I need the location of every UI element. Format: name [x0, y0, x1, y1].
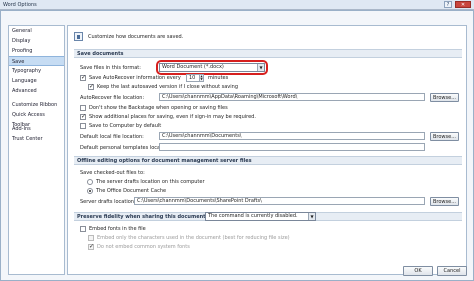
- format-label: Save files in this format:: [80, 65, 141, 71]
- server-drafts-radio[interactable]: [87, 179, 93, 185]
- server-drafts-location-label: Server drafts location:: [80, 199, 136, 205]
- sidebar-item-advanced[interactable]: Advanced: [9, 86, 64, 96]
- office-cache-label: The Office Document Cache: [96, 188, 167, 194]
- embed-fonts-label: Embed fonts in the file: [89, 226, 146, 232]
- fidelity-document-value: The command is currently disabled.: [208, 213, 298, 219]
- default-local-browse-button[interactable]: Browse...: [430, 132, 459, 141]
- window-title: Word Options: [3, 2, 37, 8]
- dont-show-backstage-checkbox[interactable]: [80, 105, 86, 111]
- dont-show-backstage-label: Don't show the Backstage when opening or…: [89, 105, 228, 111]
- server-drafts-location-field[interactable]: C:\Users\channmm\Documents\SharePoint Dr…: [134, 197, 425, 205]
- cancel-button[interactable]: Cancel: [437, 266, 467, 276]
- ok-button[interactable]: OK: [403, 266, 433, 276]
- office-cache-radio[interactable]: [87, 188, 93, 194]
- page-title: Customize how documents are saved.: [88, 34, 184, 40]
- autorecover-location-field[interactable]: C:\Users\channmm\AppData\Roaming\Microso…: [159, 93, 425, 101]
- show-additional-places-checkbox[interactable]: [80, 113, 86, 120]
- category-sidebar: General Display Proofing Save Typography…: [8, 25, 65, 275]
- sidebar-item-language[interactable]: Language: [9, 76, 64, 86]
- embed-only-used-checkbox[interactable]: [88, 235, 94, 241]
- default-local-field[interactable]: C:\Users\channmm\Documents\: [159, 132, 425, 140]
- section-header-save-documents: Save documents: [74, 49, 462, 58]
- embed-fonts-checkbox[interactable]: [80, 226, 86, 232]
- minutes-label: minutes: [208, 75, 229, 81]
- autorecover-minutes-value: 10: [189, 75, 196, 81]
- sidebar-item-quick-access-toolbar[interactable]: Quick Access Toolbar: [9, 110, 64, 128]
- chevron-down-icon[interactable]: ▼: [308, 213, 315, 220]
- sidebar-item-customize-ribbon[interactable]: Customize Ribbon: [9, 100, 64, 110]
- sidebar-item-display[interactable]: Display: [9, 36, 64, 46]
- options-window: General Display Proofing Save Typography…: [0, 10, 474, 281]
- autorecover-location-label: AutoRecover file location:: [80, 95, 145, 101]
- sidebar-item-general[interactable]: General: [9, 26, 64, 36]
- section-header-offline-editing: Offline editing options for document man…: [74, 156, 462, 165]
- autorecover-browse-button[interactable]: Browse...: [430, 93, 459, 102]
- embed-only-used-label: Embed only the characters used in the do…: [97, 235, 290, 241]
- title-bar: Word Options ? ✕: [0, 0, 474, 10]
- keep-last-label: Keep the last autosaved version if I clo…: [97, 84, 238, 90]
- spin-arrows-icon[interactable]: ▲ ▼: [199, 75, 203, 81]
- sidebar-item-typography[interactable]: Typography: [9, 66, 64, 76]
- fidelity-document-select[interactable]: The command is currently disabled. ▼: [205, 212, 316, 221]
- sidebar-item-proofing[interactable]: Proofing: [9, 46, 64, 56]
- sidebar-item-add-ins[interactable]: Add-Ins: [9, 124, 64, 134]
- fidelity-header-label: Preserve fidelity when sharing this docu…: [77, 214, 208, 220]
- save-document-icon: [74, 32, 83, 41]
- server-drafts-label: The server drafts location on this compu…: [96, 179, 205, 185]
- default-local-label: Default local file location:: [80, 134, 144, 140]
- autorecover-checkbox[interactable]: [80, 74, 86, 81]
- default-templates-label: Default personal templates location:: [80, 145, 172, 151]
- save-to-computer-checkbox[interactable]: [80, 123, 86, 129]
- help-icon[interactable]: ?: [444, 1, 452, 8]
- keep-last-checkbox[interactable]: [88, 83, 94, 90]
- close-icon[interactable]: ✕: [455, 1, 471, 8]
- save-to-computer-label: Save to Computer by default: [89, 123, 162, 129]
- autorecover-minutes-stepper[interactable]: 10 ▲ ▼: [186, 74, 204, 82]
- save-options-panel: Customize how documents are saved. Save …: [67, 25, 467, 275]
- autorecover-label: Save AutoRecover information every: [89, 75, 181, 81]
- sidebar-item-save[interactable]: Save: [9, 56, 64, 66]
- no-common-fonts-checkbox[interactable]: [88, 243, 94, 250]
- default-templates-field[interactable]: [159, 143, 425, 151]
- no-common-fonts-label: Do not embed common system fonts: [97, 244, 190, 250]
- checked-out-label: Save checked-out files to:: [80, 170, 145, 176]
- show-additional-places-label: Show additional places for saving, even …: [89, 114, 256, 120]
- server-drafts-browse-button[interactable]: Browse...: [430, 197, 459, 206]
- format-highlight-outline: [156, 60, 268, 75]
- sidebar-item-trust-center[interactable]: Trust Center: [9, 134, 64, 144]
